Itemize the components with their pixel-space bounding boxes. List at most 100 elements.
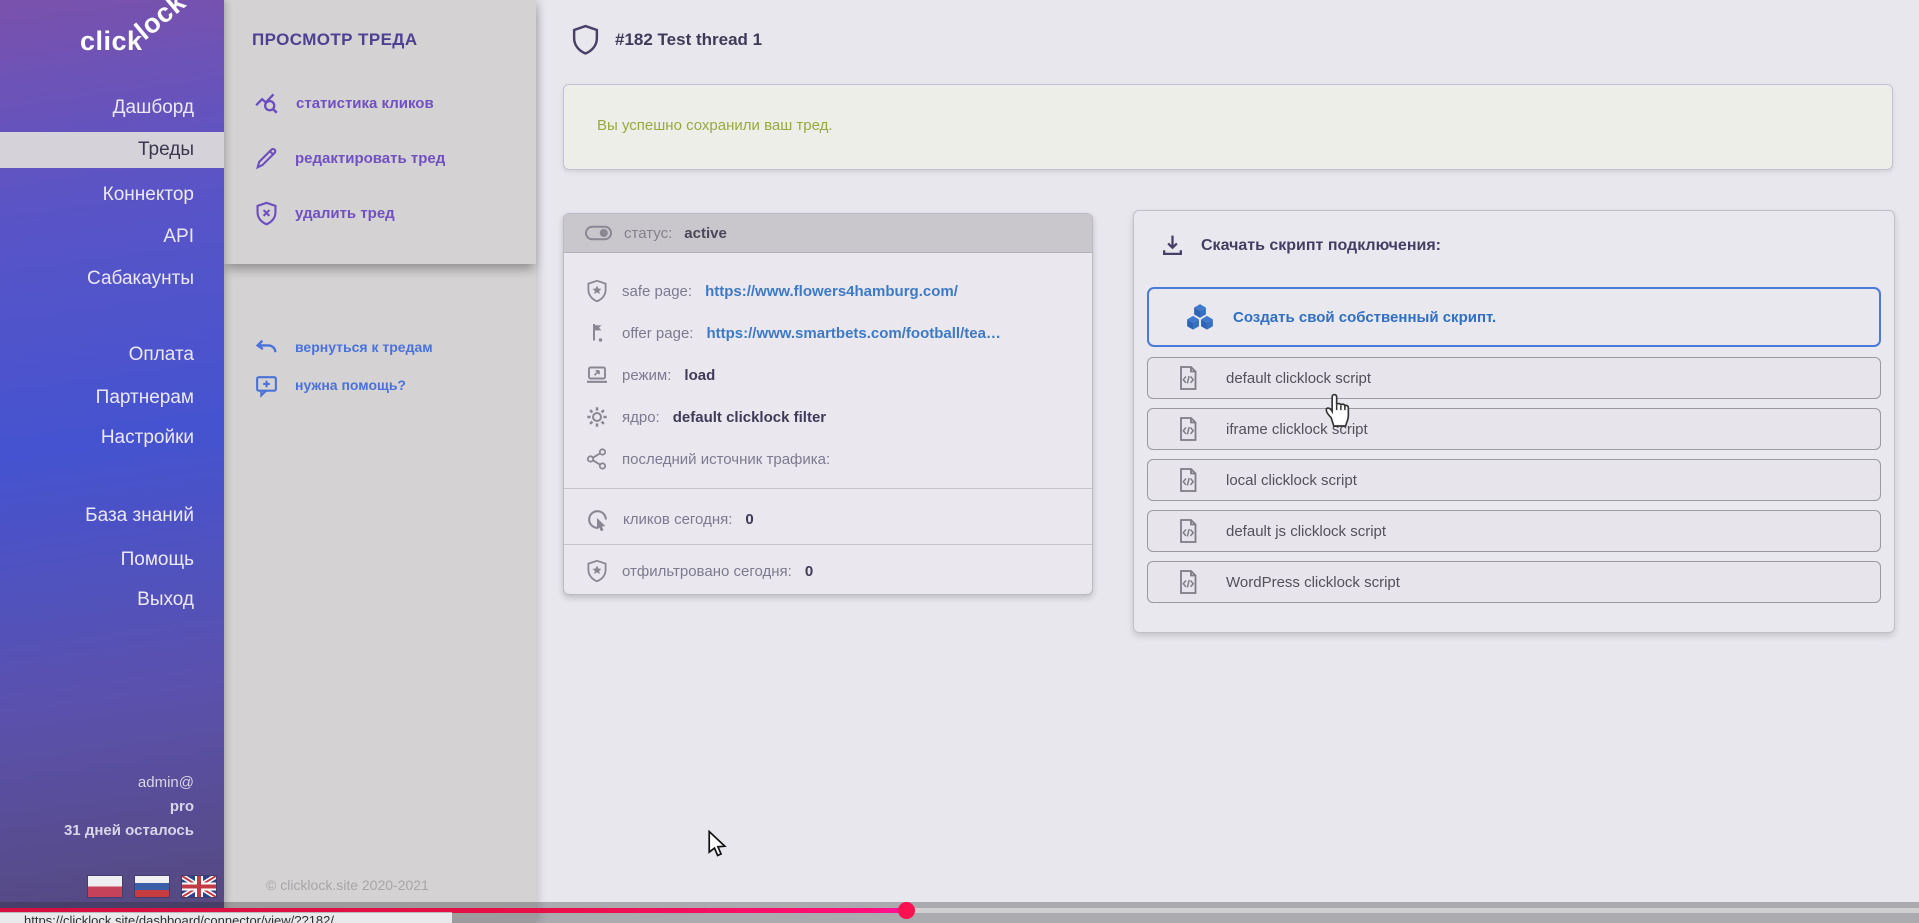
sidebar-item-subaccounts[interactable]: Сабакаунты	[0, 261, 224, 297]
undo-arrow-icon	[254, 335, 279, 360]
status-header: статус: active	[564, 214, 1092, 253]
flag-pin-icon	[585, 321, 609, 345]
counter-label: отфильтровано сегодня:	[622, 563, 792, 580]
laptop-share-icon	[585, 363, 609, 387]
clicklock-app: clicklock Дашборд Треды Коннектор API Са…	[0, 0, 1919, 923]
counter-label: кликов сегодня:	[623, 511, 732, 528]
gear-icon	[585, 405, 609, 429]
code-file-icon	[1176, 365, 1200, 391]
panel-action-edit-thread[interactable]: редактировать тред	[254, 142, 445, 174]
counter-value: 0	[805, 563, 813, 580]
language-switcher	[88, 876, 216, 897]
stats-search-icon	[254, 90, 280, 116]
panel-action-delete-thread[interactable]: удалить тред	[254, 197, 395, 229]
sidebar-item-api[interactable]: API	[0, 219, 224, 255]
download-card-title-text: Скачать скрипт подключения:	[1201, 237, 1441, 255]
row-label: offer page:	[622, 325, 693, 342]
row-label: режим:	[622, 367, 671, 384]
thread-actions-panel: ПРОСМОТР ТРЕДА статистика кликов редакти…	[224, 0, 536, 923]
sidebar-item-knowledge-base[interactable]: База знаний	[0, 498, 224, 534]
video-progress-handle[interactable]	[898, 902, 915, 919]
sidebar-item-help[interactable]: Помощь	[0, 542, 224, 578]
download-icon	[1160, 233, 1185, 258]
user-plan: pro	[0, 795, 194, 819]
row-label: ядро:	[622, 409, 660, 426]
panel-action-label: редактировать тред	[295, 150, 445, 167]
brand-click: click	[80, 26, 143, 56]
status-counter-clicks-today: кликов сегодня: 0	[564, 497, 1092, 541]
share-icon	[585, 447, 609, 471]
download-script-label: local clicklock script	[1226, 472, 1357, 489]
user-email: admin@	[0, 771, 194, 795]
status-value: active	[684, 225, 727, 242]
row-value: load	[684, 367, 715, 384]
download-script-button-wordpress[interactable]: WordPress clicklock script	[1147, 561, 1881, 603]
uk-flag[interactable]	[182, 876, 216, 897]
help-bubble-icon	[254, 373, 279, 398]
browser-status-bar: https://clicklock.site/dashboard/connect…	[0, 912, 452, 923]
thread-status-card: статус: active safe page: https://www.fl…	[563, 213, 1093, 595]
download-script-button-iframe[interactable]: iframe clicklock script	[1147, 408, 1881, 450]
user-days-left: 31 дней осталось	[0, 819, 194, 843]
panel-title: ПРОСМОТР ТРЕДА	[252, 30, 418, 50]
sidebar-item-threads[interactable]: Треды	[0, 132, 224, 168]
panel-link-label: вернуться к тредам	[295, 339, 433, 355]
russian-flag[interactable]	[135, 876, 169, 897]
divider	[564, 488, 1092, 489]
toggle-icon	[585, 225, 612, 241]
panel-action-click-stats[interactable]: статистика кликов	[254, 87, 434, 119]
download-script-button-local[interactable]: local clicklock script	[1147, 459, 1881, 501]
download-scripts-card: Скачать скрипт подключения:	[1133, 210, 1895, 633]
panel-link-need-help[interactable]: нужна помощь?	[254, 371, 406, 399]
create-custom-script-label: Создать свой собственный скрипт.	[1233, 309, 1496, 326]
success-alert-text: Вы успешно сохранили ваш тред.	[597, 117, 833, 134]
user-info: admin@ pro 31 дней осталось	[0, 771, 194, 843]
status-row-core: ядро: default clicklock filter	[564, 396, 1092, 438]
panel-link-back-to-threads[interactable]: вернуться к тредам	[254, 333, 433, 361]
download-card-title: Скачать скрипт подключения:	[1160, 233, 1441, 258]
sidebar-item-payment[interactable]: Оплата	[0, 337, 224, 373]
status-row-offer-page: offer page: https://www.smartbets.com/fo…	[564, 312, 1092, 354]
status-counter-filtered-today: отфильтровано сегодня: 0	[564, 551, 1092, 591]
status-row-last-traffic-source: последний источник трафика:	[564, 438, 1092, 480]
panel-action-label: удалить тред	[295, 205, 395, 222]
mouse-cursor-arrow	[706, 830, 728, 863]
offer-page-link[interactable]: https://www.smartbets.com/football/tea…	[706, 325, 1000, 342]
code-file-icon	[1176, 569, 1200, 595]
status-row-safe-page: safe page: https://www.flowers4hamburg.c…	[564, 270, 1092, 312]
download-script-label: iframe clicklock script	[1226, 421, 1368, 438]
download-script-label: default js clicklock script	[1226, 523, 1386, 540]
status-label: статус:	[624, 225, 672, 242]
status-row-mode: режим: load	[564, 354, 1092, 396]
shield-x-icon	[254, 201, 279, 226]
row-label: safe page:	[622, 283, 692, 300]
create-custom-script-button[interactable]: Создать свой собственный скрипт.	[1147, 287, 1881, 347]
shield-star-icon	[585, 559, 609, 583]
sidebar-item-connector[interactable]: Коннектор	[0, 177, 224, 213]
sidebar-item-dashboard[interactable]: Дашборд	[0, 90, 224, 126]
cubes-icon	[1185, 303, 1215, 331]
sidebar-item-logout[interactable]: Выход	[0, 582, 224, 618]
status-bar-url: https://clicklock.site/dashboard/connect…	[24, 913, 334, 923]
code-file-icon	[1176, 416, 1200, 442]
polish-flag[interactable]	[88, 876, 122, 897]
download-script-button-default[interactable]: default clicklock script	[1147, 357, 1881, 399]
code-file-icon	[1176, 518, 1200, 544]
copyright: © clicklock.site 2020-2021	[266, 877, 429, 893]
row-label: последний источник трафика:	[622, 451, 830, 468]
safe-page-link[interactable]: https://www.flowers4hamburg.com/	[705, 283, 958, 300]
shield-star-icon	[585, 279, 609, 303]
click-icon	[585, 507, 610, 532]
sidebar-item-settings[interactable]: Настройки	[0, 420, 224, 456]
sidebar: clicklock Дашборд Треды Коннектор API Са…	[0, 0, 224, 923]
sidebar-item-partners[interactable]: Партнерам	[0, 380, 224, 416]
panel-link-label: нужна помощь?	[295, 377, 406, 393]
download-script-label: WordPress clicklock script	[1226, 574, 1400, 591]
counter-value: 0	[745, 511, 753, 528]
thread-header: #182 Test thread 1	[570, 24, 762, 55]
download-script-button-default-js[interactable]: default js clicklock script	[1147, 510, 1881, 552]
thread-actions-raised-section: ПРОСМОТР ТРЕДА статистика кликов редакти…	[224, 0, 536, 264]
divider	[564, 544, 1092, 545]
brand-logo[interactable]: clicklock	[80, 26, 199, 57]
code-file-icon	[1176, 467, 1200, 493]
